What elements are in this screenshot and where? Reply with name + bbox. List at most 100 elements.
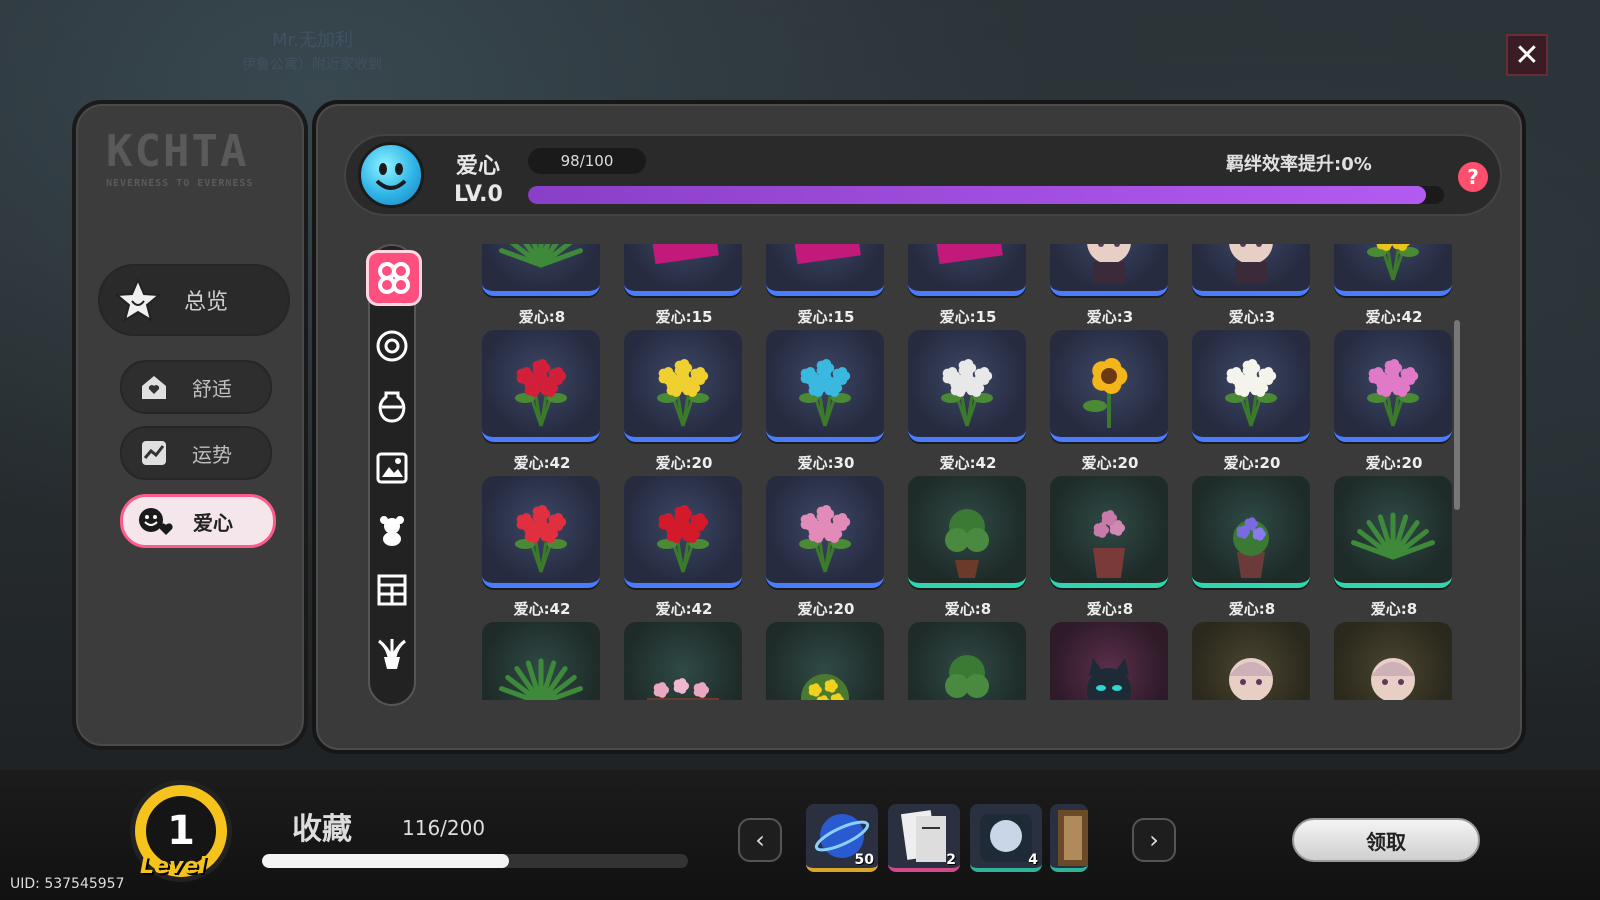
item-image [1050,476,1168,588]
item-image [766,330,884,442]
reward-quantity: 50 [854,852,874,868]
item-card[interactable]: 爱心:42 [482,330,602,473]
chevron-left-icon: ‹ [755,826,765,854]
item-card[interactable]: 爱心:42 [624,476,744,619]
item-cost: 爱心:8 [518,308,566,326]
item-card[interactable] [766,622,886,700]
item-cost: 爱心:42 [655,600,713,618]
item-card[interactable] [1050,622,1170,700]
reward-slot[interactable] [1050,804,1088,872]
item-card[interactable] [1192,622,1312,700]
item-cost: 爱心:8 [1228,600,1276,618]
item-card[interactable]: 爱心:20 [766,476,886,619]
bond-efficiency: 羁绊效率提升:0% [1226,154,1372,175]
item-cost: 爱心:15 [939,308,997,326]
item-cost: 爱心:15 [655,308,713,326]
item-card[interactable]: 爱心:8 [908,476,1028,619]
item-card[interactable]: 爱心:20 [1050,330,1170,473]
reward-quantity: 2 [946,852,956,868]
item-card[interactable]: 爱心:15 [624,244,744,327]
item-image [908,622,1026,700]
item-image [1192,476,1310,588]
main-panel: 爱心 LV.0 98/100 羁绊效率提升:0% ? 爱心:8 爱心:15 爱心:1… [312,100,1526,754]
item-cost: 爱心:42 [513,600,571,618]
nav-love[interactable]: 爱心 [120,494,276,548]
smiley-heart-icon [135,501,175,541]
shelf-category-icon[interactable] [372,570,412,610]
plant-category-icon[interactable] [372,634,412,674]
claim-button[interactable]: 领取 [1292,818,1480,862]
reward-slot[interactable]: 4 [970,804,1042,872]
item-image [908,330,1026,442]
help-button[interactable]: ? [1458,162,1488,192]
item-card[interactable]: 爱心:15 [766,244,886,327]
reward-quantity: 4 [1028,852,1038,868]
item-image [482,476,600,588]
item-card[interactable]: 爱心:8 [1050,476,1170,619]
item-image [482,622,600,700]
disc-category-icon[interactable] [372,326,412,366]
nav-fortune[interactable]: 运势 [120,426,272,480]
love-header: 爱心 LV.0 98/100 羁绊效率提升:0% ? [344,134,1502,216]
item-card[interactable]: 爱心:3 [1050,244,1170,327]
item-card[interactable]: 爱心:30 [766,330,886,473]
all-category-icon[interactable] [366,250,422,306]
smiley-face-icon [358,142,424,208]
house-heart-icon [134,367,174,407]
item-image [624,476,742,588]
collection-progress-fill [262,854,510,868]
logo: KCHTA NEVERNESS TO EVERNESS [106,128,286,190]
item-image [1192,244,1310,296]
nav-comfort-label: 舒适 [192,376,232,401]
star-icon [114,276,162,324]
item-image [766,476,884,588]
love-level: LV.0 [454,182,503,207]
item-cost: 爱心:30 [797,454,855,472]
item-card[interactable]: 爱心:8 [1334,476,1454,619]
vase-category-icon[interactable] [372,386,412,426]
item-image [908,244,1026,296]
item-cost: 爱心:3 [1228,308,1276,326]
item-image [766,244,884,296]
rewards-prev-button[interactable]: ‹ [738,818,782,862]
trend-chart-icon [134,433,174,473]
rewards-next-button[interactable]: › [1132,818,1176,862]
item-card[interactable]: 爱心:42 [908,330,1028,473]
item-card[interactable]: 爱心:20 [1192,330,1312,473]
nav-fortune-label: 运势 [192,442,232,467]
item-card[interactable]: 爱心:8 [1192,476,1312,619]
nav-comfort[interactable]: 舒适 [120,360,272,414]
item-card[interactable]: 爱心:3 [1192,244,1312,327]
left-panel: KCHTA NEVERNESS TO EVERNESS 总览 舒适 运势 爱心 [72,100,308,750]
reward-slot[interactable]: 50 [806,804,878,872]
item-image [482,244,600,296]
item-cost: 爱心:20 [1081,454,1139,472]
item-image [1334,330,1452,442]
item-card[interactable]: 爱心:15 [908,244,1028,327]
item-card[interactable] [908,622,1028,700]
item-card[interactable]: 爱心:20 [624,330,744,473]
item-image [1334,476,1452,588]
nav-love-label: 爱心 [193,510,233,535]
item-card[interactable] [1334,622,1454,700]
item-image [1334,244,1452,296]
item-card[interactable] [624,622,744,700]
item-card[interactable] [482,622,602,700]
item-cost: 爱心:15 [797,308,855,326]
item-card[interactable]: 爱心:42 [1334,244,1454,327]
nav-overview[interactable]: 总览 [98,264,290,336]
close-button[interactable]: ✕ [1506,34,1548,76]
background-npc-subtitle: 伊鲁公寓）附近家收到 [242,57,382,73]
logo-tagline: NEVERNESS TO EVERNESS [106,178,254,189]
item-cost: 爱心:8 [1086,600,1134,618]
item-card[interactable]: 爱心:8 [482,244,602,327]
item-image [1192,330,1310,442]
grid-scrollbar[interactable] [1454,320,1460,510]
reward-slot[interactable]: 2 [888,804,960,872]
item-image [1050,244,1168,296]
item-card[interactable]: 爱心:20 [1334,330,1454,473]
teddy-bear-category-icon[interactable] [372,510,412,550]
item-cost: 爱心:20 [797,600,855,618]
picture-category-icon[interactable] [372,448,412,488]
item-card[interactable]: 爱心:42 [482,476,602,619]
